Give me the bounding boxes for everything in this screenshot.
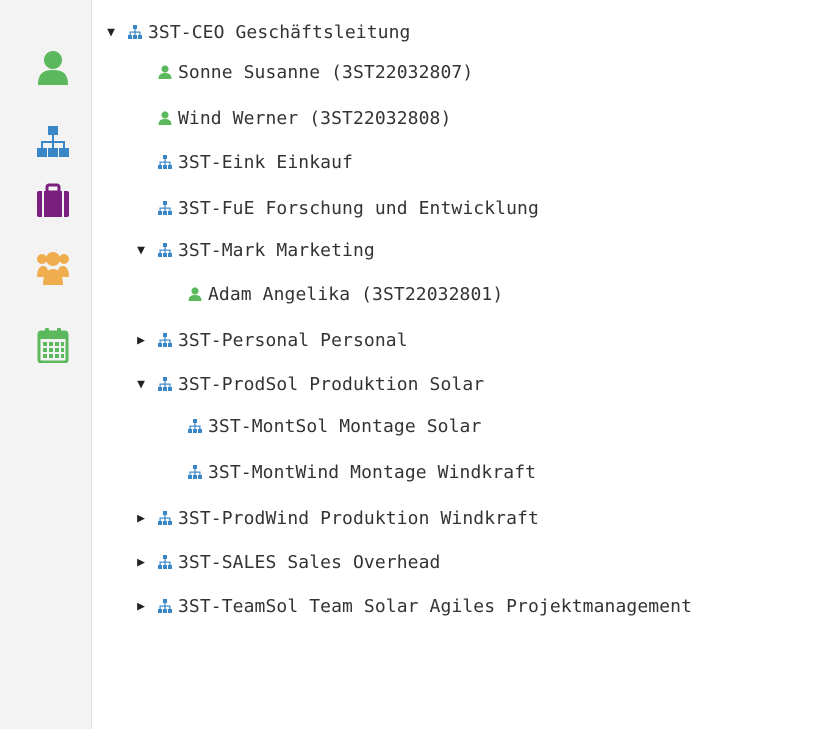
- tree-node-label[interactable]: 3ST-TeamSol Team Solar Agiles Projektman…: [178, 596, 692, 617]
- org-unit-icon: [158, 599, 172, 613]
- group-icon[interactable]: [37, 250, 69, 286]
- tree-node-label[interactable]: Adam Angelika (3ST22032801): [208, 284, 503, 305]
- collapse-arrow-icon[interactable]: ▼: [134, 377, 148, 392]
- tree-node-org[interactable]: ▶ 3ST-ProdWind Produktion Windkraft: [134, 504, 539, 532]
- tree-node-org[interactable]: ▼ 3ST-ProdSol Produktion Solar: [134, 370, 484, 398]
- org-chart-icon[interactable]: [37, 122, 69, 158]
- tree-node-label[interactable]: Wind Werner (3ST22032808): [178, 108, 451, 129]
- org-unit-icon: [158, 333, 172, 347]
- org-tree: ▼ 3ST-CEO Geschäftsleitung Sonne Susanne (…: [92, 0, 832, 729]
- tree-node-label[interactable]: 3ST-SALES Sales Overhead: [178, 552, 441, 573]
- tree-node-org[interactable]: ▶ 3ST-Personal Personal: [134, 326, 408, 354]
- tree-node-org[interactable]: ▶ 3ST-SALES Sales Overhead: [134, 548, 441, 576]
- org-unit-icon: [188, 419, 202, 433]
- tree-node-label[interactable]: 3ST-MontSol Montage Solar: [208, 416, 481, 437]
- org-unit-icon: [158, 511, 172, 525]
- tree-node-label[interactable]: 3ST-CEO Geschäftsleitung: [148, 22, 411, 43]
- expand-arrow-icon[interactable]: ▶: [134, 599, 148, 614]
- person-icon: [158, 111, 172, 125]
- tree-node-label[interactable]: 3ST-ProdWind Produktion Windkraft: [178, 508, 539, 529]
- tree-node-org[interactable]: 3ST-MontSol Montage Solar: [188, 412, 481, 440]
- tree-node-person[interactable]: Sonne Susanne (3ST22032807): [158, 58, 473, 86]
- tree-node-org[interactable]: 3ST-Eink Einkauf: [158, 148, 353, 176]
- tree-node-label[interactable]: 3ST-Mark Marketing: [178, 240, 375, 261]
- tree-node-person[interactable]: Adam Angelika (3ST22032801): [188, 280, 503, 308]
- tree-node-label[interactable]: 3ST-Personal Personal: [178, 330, 408, 351]
- person-icon: [158, 65, 172, 79]
- org-unit-icon: [128, 25, 142, 39]
- expand-arrow-icon[interactable]: ▶: [134, 333, 148, 348]
- tree-node-label[interactable]: 3ST-FuE Forschung und Entwicklung: [178, 198, 539, 219]
- expand-arrow-icon[interactable]: ▶: [134, 511, 148, 526]
- tree-node-person[interactable]: Wind Werner (3ST22032808): [158, 104, 451, 132]
- tree-node-label[interactable]: Sonne Susanne (3ST22032807): [178, 62, 473, 83]
- tree-node-label[interactable]: 3ST-MontWind Montage Windkraft: [208, 462, 536, 483]
- org-unit-icon: [158, 555, 172, 569]
- collapse-arrow-icon[interactable]: ▼: [104, 25, 118, 40]
- sidebar: [0, 0, 92, 729]
- expand-arrow-icon[interactable]: ▶: [134, 555, 148, 570]
- tree-node-org[interactable]: ▶ 3ST-TeamSol Team Solar Agiles Projektma…: [134, 592, 692, 620]
- org-unit-icon: [158, 155, 172, 169]
- org-unit-icon: [158, 243, 172, 257]
- calendar-icon[interactable]: [37, 327, 69, 363]
- tree-node-org[interactable]: ▼ 3ST-Mark Marketing: [134, 236, 375, 264]
- briefcase-icon[interactable]: [37, 183, 69, 219]
- org-unit-icon: [188, 465, 202, 479]
- collapse-arrow-icon[interactable]: ▼: [134, 243, 148, 258]
- org-unit-icon: [158, 201, 172, 215]
- tree-node-label[interactable]: 3ST-ProdSol Produktion Solar: [178, 374, 484, 395]
- user-icon[interactable]: [37, 50, 69, 86]
- tree-node-label[interactable]: 3ST-Eink Einkauf: [178, 152, 353, 173]
- org-unit-icon: [158, 377, 172, 391]
- tree-node-org[interactable]: 3ST-MontWind Montage Windkraft: [188, 458, 536, 486]
- tree-node-org[interactable]: ▼ 3ST-CEO Geschäftsleitung: [104, 18, 411, 46]
- tree-node-org[interactable]: 3ST-FuE Forschung und Entwicklung: [158, 194, 539, 222]
- person-icon: [188, 287, 202, 301]
